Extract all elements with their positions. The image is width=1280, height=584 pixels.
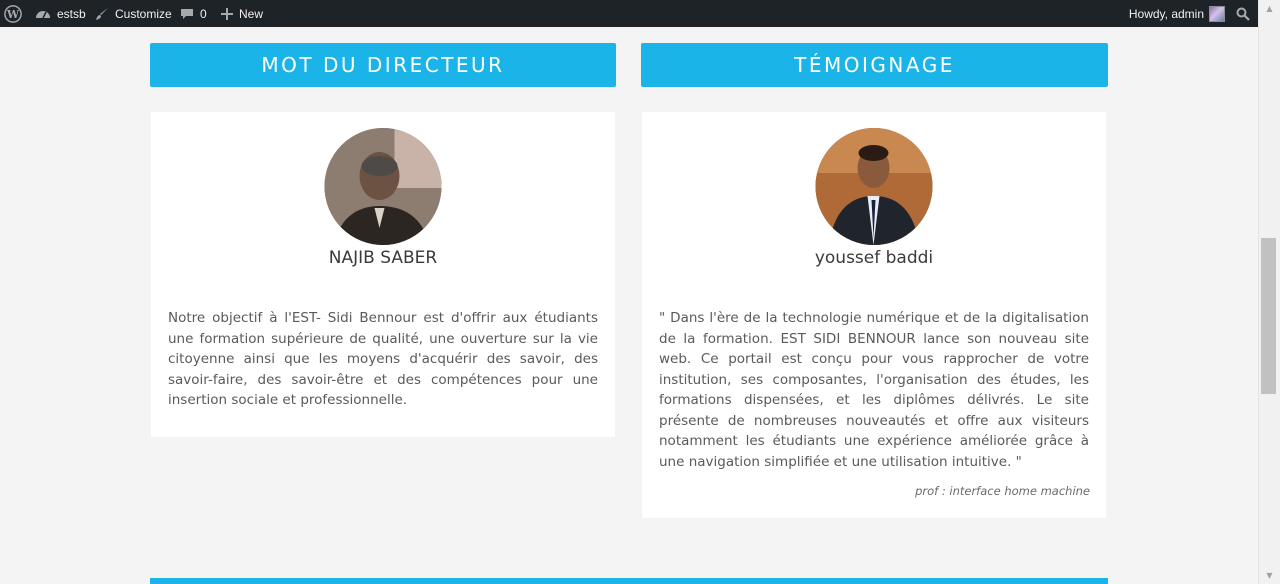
page-scrollbar[interactable]: ▲ ▼ (1258, 0, 1280, 584)
testimony-name: youssef baddi (814, 248, 934, 268)
wordpress-logo-icon: W (4, 4, 22, 23)
new-label: New (239, 6, 264, 21)
director-name: NAJIB SABER (328, 248, 438, 268)
new-content-link[interactable]: New (221, 0, 263, 27)
testimony-section-header: TÉMOIGNAGE (641, 43, 1108, 87)
testimony-signature: prof : interface home machine (915, 484, 1090, 498)
director-message: Notre objectif à l'EST- Sidi Bennour est… (168, 310, 598, 408)
comment-icon (180, 7, 194, 21)
comments-count: 0 (200, 6, 207, 21)
site-name-link[interactable]: estsb (35, 0, 86, 27)
customize-label: Customize (115, 6, 172, 21)
plus-icon (221, 7, 233, 20)
avatar (1209, 5, 1225, 22)
search-button[interactable] (1236, 0, 1252, 27)
director-card: NAJIB SABER Notre objectif à l'EST- Sidi… (151, 112, 615, 437)
testimony-quote: " Dans l'ère de la technologie numérique… (659, 310, 1089, 470)
howdy-label: Howdy, admin (1128, 6, 1204, 21)
testimony-photo (815, 128, 933, 245)
site-name-label: estsb (57, 6, 86, 21)
wordpress-menu[interactable]: W (4, 0, 24, 27)
scroll-down-icon[interactable]: ▼ (1259, 567, 1280, 584)
comments-link[interactable]: 0 (180, 0, 207, 27)
next-section-header (150, 578, 1108, 584)
dashboard-icon (35, 7, 51, 21)
director-section-header: MOT DU DIRECTEUR (150, 43, 616, 87)
customize-link[interactable]: Customize (95, 0, 172, 27)
search-icon (1236, 7, 1250, 21)
scroll-up-icon[interactable]: ▲ (1259, 0, 1280, 17)
account-menu[interactable]: Howdy, admin (1129, 0, 1225, 27)
svg-text:W: W (6, 8, 20, 21)
director-photo (324, 128, 442, 245)
brush-icon (95, 7, 109, 21)
admin-bar: W estsb Customize 0 New Howdy, admin (0, 0, 1258, 27)
scrollbar-thumb[interactable] (1261, 238, 1276, 394)
testimony-card: youssef baddi " Dans l'ère de la technol… (642, 112, 1106, 518)
